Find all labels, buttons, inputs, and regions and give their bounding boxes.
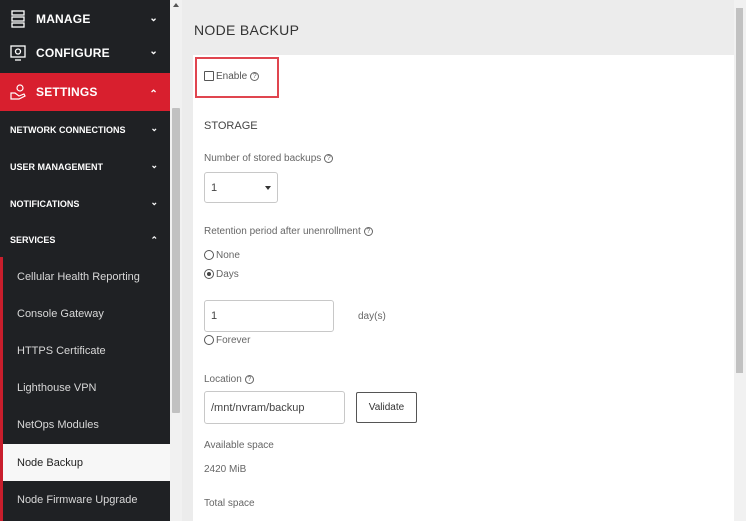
available-space-value: 2420 MiB <box>204 464 247 475</box>
help-icon[interactable]: ? <box>363 226 373 236</box>
chevron-down-icon: ⌄ <box>150 197 158 207</box>
days-unit: day(s) <box>358 311 386 322</box>
chevron-up-icon: ⌃ <box>149 89 158 100</box>
sidebar-scrollbar[interactable] <box>170 0 182 521</box>
help-icon[interactable]: ? <box>324 153 334 163</box>
main-scrollbar[interactable] <box>734 0 746 521</box>
nav-configure[interactable]: CONFIGURE ⌄ <box>0 33 170 73</box>
chevron-down-icon: ⌄ <box>150 123 158 133</box>
radio-forever[interactable] <box>204 335 214 346</box>
nav-notifications[interactable]: NOTIFICATIONS ⌄ <box>0 185 170 222</box>
chevron-down-icon: ⌄ <box>149 13 158 24</box>
retention-label: Retention period after unenrollment <box>204 226 361 237</box>
nav-services[interactable]: SERVICES ⌃ <box>0 221 170 258</box>
retention-option-days[interactable]: Days <box>204 269 239 280</box>
nav-settings[interactable]: SETTINGS ⌃ <box>0 73 170 111</box>
radio-days[interactable] <box>204 269 214 280</box>
service-label: NetOps Modules <box>17 418 99 431</box>
service-label: Node Firmware Upgrade <box>17 493 138 506</box>
nav-user-management-label: USER MANAGEMENT <box>10 161 104 172</box>
nav-network-connections-label: NETWORK CONNECTIONS <box>10 124 126 135</box>
service-console-gateway[interactable]: Console Gateway <box>3 295 170 332</box>
service-label: Node Backup <box>17 456 84 469</box>
stored-backups-label: Number of stored backups <box>204 153 322 164</box>
service-label: Cellular Health Reporting <box>17 270 140 283</box>
main-scrollbar-thumb[interactable] <box>736 8 743 373</box>
service-label: HTTPS Certificate <box>17 344 106 357</box>
chevron-down-icon: ⌄ <box>149 46 158 57</box>
location-input-value: /mnt/nvram/backup <box>211 401 305 414</box>
highlight-box <box>195 57 279 98</box>
days-input-value: 1 <box>211 310 218 322</box>
retention-option-forever[interactable]: Forever <box>204 335 250 346</box>
retention-label-row: Retention period after unenrollment? <box>204 226 373 237</box>
days-input[interactable]: 1 <box>204 300 334 332</box>
server-stack-icon <box>8 9 28 29</box>
service-node-backup[interactable]: Node Backup <box>3 444 170 481</box>
nav-manage-label: MANAGE <box>36 12 91 26</box>
service-label: Console Gateway <box>17 307 104 320</box>
nav-user-management[interactable]: USER MANAGEMENT ⌄ <box>0 148 170 185</box>
service-lighthouse-vpn[interactable]: Lighthouse VPN <box>3 369 170 406</box>
settings-card <box>193 55 734 521</box>
scroll-up-arrow-icon[interactable] <box>173 3 179 7</box>
service-https-certificate[interactable]: HTTPS Certificate <box>3 332 170 369</box>
sidebar-scrollbar-thumb[interactable] <box>172 108 180 413</box>
chevron-down-icon: ⌄ <box>150 160 158 170</box>
storage-heading: STORAGE <box>204 120 258 132</box>
nav-settings-label: SETTINGS <box>36 85 98 99</box>
settings-hand-icon <box>8 82 28 102</box>
radio-none-label: None <box>216 250 240 261</box>
nav-services-label: SERVICES <box>10 234 56 245</box>
page-title: NODE BACKUP <box>194 22 300 38</box>
stored-backups-label-row: Number of stored backups? <box>204 153 334 164</box>
location-input[interactable]: /mnt/nvram/backup <box>204 391 345 424</box>
location-label: Location <box>204 374 242 385</box>
help-icon[interactable]: ? <box>244 374 254 384</box>
validate-button[interactable]: Validate <box>356 392 417 423</box>
chevron-up-icon: ⌃ <box>150 235 158 245</box>
retention-option-none[interactable]: None <box>204 250 240 261</box>
service-netops-modules[interactable]: NetOps Modules <box>3 406 170 443</box>
service-label: Lighthouse VPN <box>17 381 97 394</box>
service-node-firmware-upgrade[interactable]: Node Firmware Upgrade <box>3 481 170 518</box>
stored-backups-value: 1 <box>211 181 218 194</box>
radio-none[interactable] <box>204 250 214 261</box>
nav-notifications-label: NOTIFICATIONS <box>10 198 80 209</box>
stored-backups-select[interactable]: 1 <box>204 172 278 203</box>
nav-configure-label: CONFIGURE <box>36 46 110 60</box>
available-space-label: Available space <box>204 440 274 451</box>
radio-days-label: Days <box>216 269 239 280</box>
sidebar: MANAGE ⌄ CONFIGURE ⌄ SETTINGS ⌃ NETWORK … <box>0 0 170 521</box>
service-cellular-health-reporting[interactable]: Cellular Health Reporting <box>3 258 170 295</box>
total-space-label: Total space <box>204 498 255 509</box>
location-label-row: Location? <box>204 374 254 385</box>
gear-icon <box>8 43 28 63</box>
caret-down-icon <box>265 186 271 190</box>
nav-network-connections[interactable]: NETWORK CONNECTIONS ⌄ <box>0 111 170 148</box>
radio-forever-label: Forever <box>216 335 251 346</box>
